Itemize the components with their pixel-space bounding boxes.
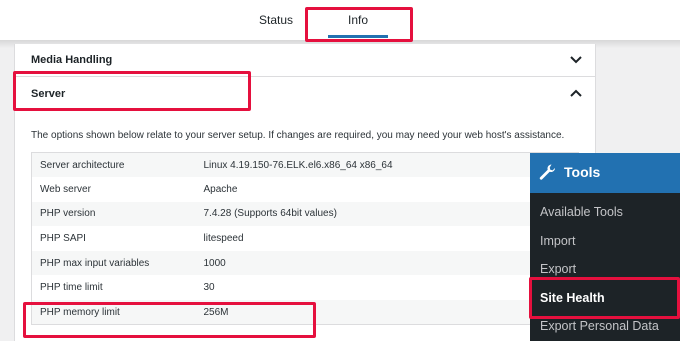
row-key: PHP version <box>31 201 196 227</box>
row-key: PHP SAPI <box>40 233 86 245</box>
table-row: PHP memory limit 256M <box>31 300 579 325</box>
wrench-icon <box>539 164 556 180</box>
server-info-table: Server architecture Linux 4.19.150-76.EL… <box>31 152 579 326</box>
site-health-info-panel: Media Handling Server The options shown … <box>14 44 596 341</box>
row-value: 7.4.28 (Supports 64bit values) <box>195 201 579 227</box>
tab-info-label: Info <box>347 13 368 27</box>
tools-item-site-health[interactable]: Site Health <box>540 291 605 305</box>
table-row: Server architecture Linux 4.19.150-76.EL… <box>31 152 579 178</box>
table-row: PHP version 7.4.28 (Supports 64bit value… <box>31 201 579 227</box>
active-tab-indicator <box>328 35 388 38</box>
accordion-server[interactable]: Server <box>15 76 595 110</box>
row-key: PHP memory limit <box>31 300 196 325</box>
server-description: The options shown below relate to your s… <box>31 130 565 141</box>
row-key: Web server <box>40 183 91 195</box>
tools-admin-menu: Tools Available Tools Import Export Site… <box>530 153 680 341</box>
row-value: 1000 <box>195 250 579 276</box>
accordion-media-handling[interactable]: Media Handling <box>15 44 595 77</box>
row-value: Apache <box>203 183 238 195</box>
table-row: PHP time limit 30 <box>32 275 579 300</box>
tab-bar: Status Info <box>0 0 680 40</box>
tab-info[interactable]: Info <box>308 0 408 40</box>
table-row: PHP max input variables 1000 <box>31 250 579 276</box>
tools-item-available-tools[interactable]: Available Tools <box>540 205 623 219</box>
tools-item-import[interactable]: Import <box>540 234 575 248</box>
chevron-up-icon <box>570 89 582 97</box>
tools-item-export[interactable]: Export <box>540 262 576 276</box>
row-value: Linux 4.19.150-76.ELK.el6.x86_64 x86_64 <box>195 152 579 178</box>
tools-menu-title: Tools <box>564 164 601 180</box>
accordion-title-server: Server <box>31 88 66 100</box>
tab-status[interactable]: Status <box>244 0 308 40</box>
row-value: 30 <box>203 282 215 294</box>
table-row: PHP SAPI litespeed <box>32 226 579 251</box>
chevron-down-icon <box>570 56 582 64</box>
tools-menu-header[interactable]: Tools <box>530 153 680 193</box>
row-key: PHP time limit <box>40 282 103 294</box>
row-key: PHP max input variables <box>31 250 196 276</box>
tools-item-export-personal-data[interactable]: Export Personal Data <box>540 319 659 333</box>
table-row: Web server Apache <box>32 177 579 202</box>
row-value: litespeed <box>203 233 244 245</box>
accordion-title-media-handling: Media Handling <box>31 54 113 66</box>
row-value: 256M <box>195 300 579 325</box>
row-key: Server architecture <box>31 152 196 178</box>
